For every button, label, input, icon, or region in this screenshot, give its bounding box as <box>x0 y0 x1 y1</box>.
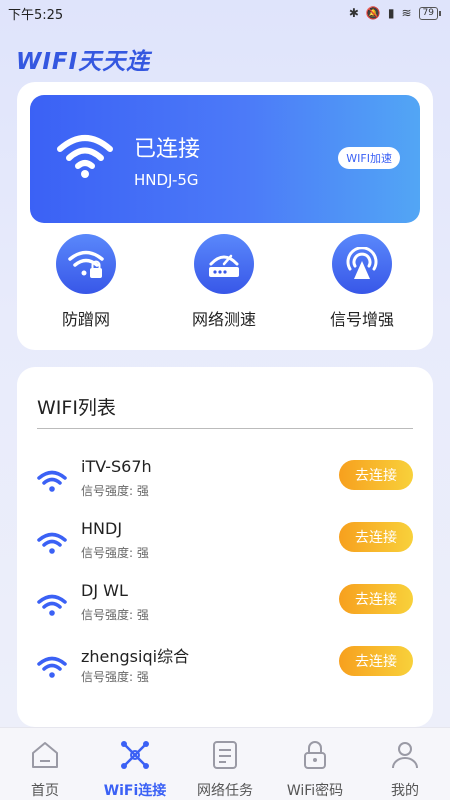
router-speed-icon <box>194 234 254 294</box>
feature-label: 防蹭网 <box>61 310 110 329</box>
wifi-connect-icon <box>121 741 149 769</box>
feature-row: 防蹭网 网络测速 信号增强 <box>17 234 433 330</box>
home-icon <box>32 742 58 768</box>
nav-home[interactable]: 首页 <box>0 728 90 800</box>
wifi-status-icon: ≋ <box>401 6 412 20</box>
status-icons: ✱ 🔕 ▮ ≋ 79 <box>348 6 442 20</box>
bottom-nav: 首页 WiFi连接 网络任务 WiFi密码 我的 <box>0 727 450 800</box>
wifi-icon <box>37 594 67 616</box>
nav-label: 首页 <box>31 783 59 799</box>
nav-profile[interactable]: 我的 <box>360 728 450 800</box>
connect-button[interactable]: 去连接 <box>339 584 413 614</box>
nav-label: WiFi连接 <box>103 783 167 799</box>
bluetooth-icon: ✱ <box>348 6 359 20</box>
battery-indicator: 79 <box>418 6 442 20</box>
wifi-signal-strength: 信号强度: 强 <box>81 546 149 560</box>
connected-ssid: HNDJ-5G <box>134 171 199 189</box>
mute-icon: 🔕 <box>365 6 381 20</box>
feature-signal-boost[interactable]: 信号增强 <box>293 234 431 330</box>
wifi-list-item: iTV-S67h 信号强度: 强 去连接 <box>17 453 433 509</box>
feature-label: 网络测速 <box>191 310 256 329</box>
wifi-list-item: HNDJ 信号强度: 强 去连接 <box>17 515 433 571</box>
wifi-icon <box>57 135 113 178</box>
wifi-lock-icon <box>56 234 116 294</box>
lock-icon <box>304 741 326 769</box>
connection-status: 已连接 <box>134 137 201 162</box>
connection-banner: 已连接 HNDJ-5G WIFI加速 <box>30 95 420 223</box>
nav-label: 网络任务 <box>197 783 253 799</box>
wifi-list-item: zhengsiqi综合 信号强度: 强 去连接 <box>17 639 433 695</box>
wifi-ssid: iTV-S67h <box>81 457 152 476</box>
connect-button[interactable]: 去连接 <box>339 460 413 490</box>
signal-icon: ▮ <box>387 6 395 20</box>
nav-wifi-connect[interactable]: WiFi连接 <box>90 728 180 800</box>
wifi-signal-strength: 信号强度: 强 <box>81 608 149 622</box>
wifi-icon <box>37 656 67 678</box>
wifi-boost-button[interactable]: WIFI加速 <box>338 147 400 169</box>
wifi-signal-strength: 信号强度: 强 <box>81 670 149 684</box>
wifi-signal-strength: 信号强度: 强 <box>81 484 149 498</box>
status-time: 下午5:25 <box>8 7 64 23</box>
connection-card: 已连接 HNDJ-5G WIFI加速 防蹭网 网络测速 信号增强 <box>17 82 433 350</box>
feature-label: 信号增强 <box>329 310 394 329</box>
nav-wifi-password[interactable]: WiFi密码 <box>270 728 360 800</box>
wifi-icon <box>37 532 67 554</box>
nav-network-tasks[interactable]: 网络任务 <box>180 728 270 800</box>
feature-speed-test[interactable]: 网络测速 <box>155 234 293 330</box>
connect-button[interactable]: 去连接 <box>339 522 413 552</box>
wifi-ssid: zhengsiqi综合 <box>81 647 190 666</box>
signal-boost-icon <box>332 234 392 294</box>
status-bar: 下午5:25 ✱ 🔕 ▮ ≋ 79 <box>0 0 450 26</box>
divider <box>37 428 413 429</box>
app-title: WIFI天天连 <box>16 49 151 75</box>
user-icon <box>392 742 418 769</box>
nav-label: WiFi密码 <box>286 783 344 799</box>
wifi-ssid: DJ WL <box>81 581 128 600</box>
task-list-icon <box>213 741 237 769</box>
nav-label: 我的 <box>391 783 419 799</box>
feature-anti-leech[interactable]: 防蹭网 <box>17 234 155 330</box>
wifi-icon <box>37 470 67 492</box>
connect-button[interactable]: 去连接 <box>339 646 413 676</box>
wifi-list-card: WIFI列表 iTV-S67h 信号强度: 强 去连接 HNDJ 信号强度: 强… <box>17 367 433 727</box>
wifi-list-title: WIFI列表 <box>37 397 116 419</box>
wifi-ssid: HNDJ <box>81 519 123 538</box>
wifi-list-item: DJ WL 信号强度: 强 去连接 <box>17 577 433 633</box>
